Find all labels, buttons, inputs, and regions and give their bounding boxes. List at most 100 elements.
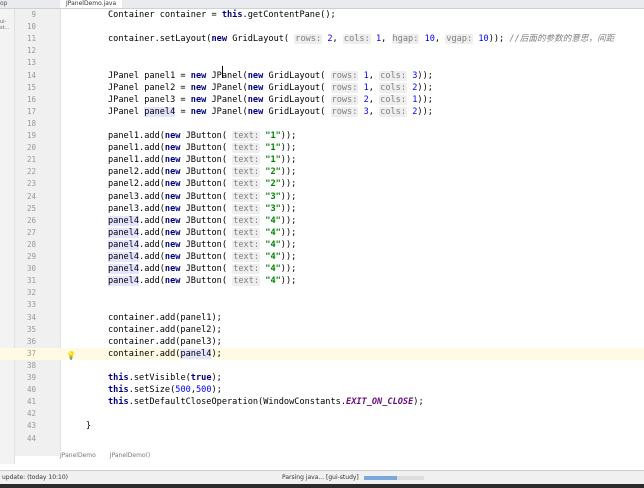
tool-window-label[interactable]: op bbox=[0, 0, 7, 8]
code-text[interactable]: panel4.add(new JButton( text: "4")); bbox=[108, 275, 296, 287]
code-line[interactable]: 21 panel1.add(new JButton( text: "1")); bbox=[0, 154, 644, 166]
breadcrumb-item[interactable]: JPanelDemo bbox=[60, 452, 96, 459]
code-text[interactable]: this.setDefaultCloseOperation(WindowCons… bbox=[108, 396, 424, 408]
line-number[interactable]: 41 bbox=[16, 396, 36, 408]
line-number[interactable]: 12 bbox=[16, 45, 36, 57]
line-number[interactable]: 30 bbox=[16, 263, 36, 275]
line-number[interactable]: 17 bbox=[16, 106, 36, 118]
line-number[interactable]: 21 bbox=[16, 154, 36, 166]
code-line[interactable]: 39 this.setVisible(true); bbox=[0, 372, 644, 384]
code-line[interactable]: 29 panel4.add(new JButton( text: "4")); bbox=[0, 251, 644, 263]
code-line[interactable]: 12 bbox=[0, 45, 644, 57]
code-line[interactable]: 23 panel2.add(new JButton( text: "2")); bbox=[0, 178, 644, 190]
line-number[interactable]: 29 bbox=[16, 251, 36, 263]
line-number[interactable]: 22 bbox=[16, 166, 36, 178]
code-line[interactable]: 33 bbox=[0, 299, 644, 311]
line-number[interactable]: 9 bbox=[16, 9, 36, 21]
code-line[interactable]: 20 panel1.add(new JButton( text: "1")); bbox=[0, 142, 644, 154]
code-line[interactable]: 43} bbox=[0, 420, 644, 432]
line-number[interactable]: 23 bbox=[16, 178, 36, 190]
code-line[interactable]: 13 bbox=[0, 57, 644, 69]
code-text[interactable]: panel4.add(new JButton( text: "4")); bbox=[108, 227, 296, 239]
line-number[interactable]: 28 bbox=[16, 239, 36, 251]
code-text[interactable]: container.add(panel1); bbox=[108, 312, 222, 324]
code-text[interactable]: container.add(panel2); bbox=[108, 324, 222, 336]
code-line[interactable]: 32 bbox=[0, 287, 644, 299]
code-line[interactable]: 11 container.setLayout(new GridLayout( ro… bbox=[0, 33, 644, 45]
background-task-status[interactable]: Parsing java... [gui-study] bbox=[282, 474, 359, 481]
line-number[interactable]: 24 bbox=[16, 191, 36, 203]
code-line[interactable]: 44 bbox=[0, 433, 644, 445]
code-line[interactable]: 42 bbox=[0, 408, 644, 420]
line-number[interactable]: 11 bbox=[16, 33, 36, 45]
code-text[interactable]: JPanel panel3 = new JPanel(new GridLayou… bbox=[108, 94, 433, 106]
line-number[interactable]: 38 bbox=[16, 360, 36, 372]
code-text[interactable]: panel4.add(new JButton( text: "4")); bbox=[108, 215, 296, 227]
code-line[interactable]: 10 bbox=[0, 21, 644, 33]
line-number[interactable]: 16 bbox=[16, 94, 36, 106]
code-text[interactable]: panel3.add(new JButton( text: "3")); bbox=[108, 203, 296, 215]
line-number[interactable]: 33 bbox=[16, 299, 36, 311]
code-line[interactable]: 16 JPanel panel3 = new JPanel(new GridLay… bbox=[0, 94, 644, 106]
code-line[interactable]: 27 panel4.add(new JButton( text: "4")); bbox=[0, 227, 644, 239]
code-text[interactable]: JPanel panel1 = new JPanel(new GridLayou… bbox=[108, 70, 433, 82]
line-number[interactable]: 25 bbox=[16, 203, 36, 215]
code-line[interactable]: 30 panel4.add(new JButton( text: "4")); bbox=[0, 263, 644, 275]
code-text[interactable]: JPanel panel2 = new JPanel(new GridLayou… bbox=[108, 82, 433, 94]
line-number[interactable]: 19 bbox=[16, 130, 36, 142]
code-text[interactable]: panel4.add(new JButton( text: "4")); bbox=[108, 239, 296, 251]
vcs-update-status[interactable]: update: (today 10:10) bbox=[2, 474, 68, 481]
code-line[interactable]: 24 panel3.add(new JButton( text: "3")); bbox=[0, 191, 644, 203]
line-number[interactable]: 27 bbox=[16, 227, 36, 239]
code-text[interactable]: panel4.add(new JButton( text: "4")); bbox=[108, 251, 296, 263]
code-line[interactable]: 40 this.setSize(500,500); bbox=[0, 384, 644, 396]
code-text[interactable]: Container container = this.getContentPan… bbox=[108, 9, 336, 21]
line-number[interactable]: 26 bbox=[16, 215, 36, 227]
line-number[interactable]: 15 bbox=[16, 82, 36, 94]
code-text[interactable]: panel3.add(new JButton( text: "3")); bbox=[108, 191, 296, 203]
code-line[interactable]: 25 panel3.add(new JButton( text: "3")); bbox=[0, 203, 644, 215]
code-text[interactable]: container.setLayout(new GridLayout( rows… bbox=[108, 33, 614, 45]
code-text[interactable]: panel1.add(new JButton( text: "1")); bbox=[108, 154, 296, 166]
line-number[interactable]: 13 bbox=[16, 57, 36, 69]
line-number[interactable]: 31 bbox=[16, 275, 36, 287]
code-line[interactable]: 18 bbox=[0, 118, 644, 130]
line-number[interactable]: 32 bbox=[16, 287, 36, 299]
code-text[interactable]: panel1.add(new JButton( text: "1")); bbox=[108, 142, 296, 154]
line-number[interactable]: 44 bbox=[16, 433, 36, 445]
code-text[interactable]: container.add(panel3); bbox=[108, 336, 222, 348]
code-line[interactable]: 15 JPanel panel2 = new JPanel(new GridLay… bbox=[0, 82, 644, 94]
line-number[interactable]: 42 bbox=[16, 408, 36, 420]
code-line[interactable]: 19 panel1.add(new JButton( text: "1")); bbox=[0, 130, 644, 142]
code-line[interactable]: 34 container.add(panel1); bbox=[0, 312, 644, 324]
code-text[interactable]: this.setSize(500,500); bbox=[108, 384, 222, 396]
code-text[interactable]: container.add(panel4); bbox=[108, 348, 222, 360]
line-number[interactable]: 14 bbox=[16, 70, 36, 82]
code-text[interactable]: panel4.add(new JButton( text: "4")); bbox=[108, 263, 296, 275]
tab-jpaneldemo[interactable]: JPanelDemo.java bbox=[60, 0, 123, 8]
code-line[interactable]: 31 panel4.add(new JButton( text: "4")); bbox=[0, 275, 644, 287]
code-line[interactable]: 22 panel2.add(new JButton( text: "2")); bbox=[0, 166, 644, 178]
line-number[interactable]: 43 bbox=[16, 420, 36, 432]
code-line[interactable]: 38 bbox=[0, 360, 644, 372]
code-text[interactable]: JPanel panel4 = new JPanel(new GridLayou… bbox=[108, 106, 433, 118]
code-line[interactable]: 28 panel4.add(new JButton( text: "4")); bbox=[0, 239, 644, 251]
line-number[interactable]: 36 bbox=[16, 336, 36, 348]
breadcrumb-item[interactable]: JPanelDemo() bbox=[110, 452, 150, 459]
line-number[interactable]: 37 bbox=[16, 348, 36, 360]
code-line[interactable]: 9 Container container = this.getContentPa… bbox=[0, 9, 644, 21]
code-line[interactable]: 35 container.add(panel2); bbox=[0, 324, 644, 336]
line-number[interactable]: 35 bbox=[16, 324, 36, 336]
line-number[interactable]: 18 bbox=[16, 118, 36, 130]
line-number[interactable]: 39 bbox=[16, 372, 36, 384]
code-line[interactable]: 26 panel4.add(new JButton( text: "4")); bbox=[0, 215, 644, 227]
code-text[interactable]: } bbox=[86, 420, 91, 432]
code-line[interactable]: 41 this.setDefaultCloseOperation(WindowCo… bbox=[0, 396, 644, 408]
code-line[interactable]: 14 JPanel panel1 = new JPanel(new GridLay… bbox=[0, 70, 644, 82]
code-line[interactable]: 37 💡 container.add(panel4); bbox=[0, 347, 644, 360]
code-text[interactable]: panel2.add(new JButton( text: "2")); bbox=[108, 166, 296, 178]
code-line[interactable]: 36 container.add(panel3); bbox=[0, 336, 644, 348]
code-text[interactable]: panel1.add(new JButton( text: "1")); bbox=[108, 130, 296, 142]
line-number[interactable]: 20 bbox=[16, 142, 36, 154]
code-text[interactable]: panel2.add(new JButton( text: "2")); bbox=[108, 178, 296, 190]
